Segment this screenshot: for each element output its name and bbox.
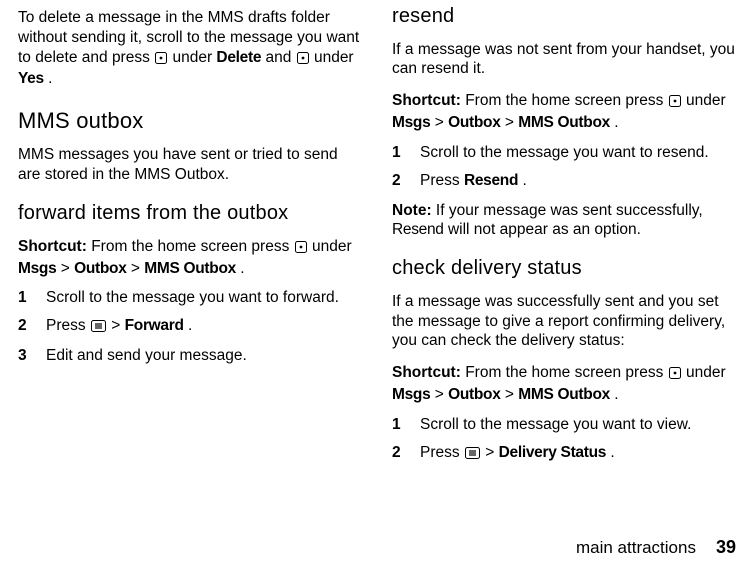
text: > bbox=[505, 386, 518, 403]
text: under bbox=[686, 92, 726, 109]
resend-desc: If a message was not sent from your hand… bbox=[392, 40, 738, 80]
text: . bbox=[614, 114, 618, 131]
msgs-label: Msgs bbox=[392, 114, 430, 131]
step-text: Scroll to the message you want to resend… bbox=[420, 143, 738, 163]
softkey-icon bbox=[155, 50, 167, 70]
step-text: Press Resend . bbox=[420, 171, 738, 191]
text: From the home screen press bbox=[91, 238, 293, 255]
resend-heading: resend bbox=[392, 4, 738, 30]
step-text: Press > Forward . bbox=[46, 316, 364, 338]
text: under bbox=[172, 49, 216, 66]
left-column: To delete a message in the MMS drafts fo… bbox=[18, 4, 364, 529]
text: . bbox=[48, 70, 52, 87]
step-1: 1 Scroll to the message you want to forw… bbox=[18, 288, 364, 308]
step-number: 3 bbox=[18, 346, 46, 366]
msgs-label: Msgs bbox=[392, 386, 430, 403]
menu-icon bbox=[91, 318, 106, 338]
text: . bbox=[522, 172, 526, 189]
yes-label: Yes bbox=[18, 70, 44, 87]
step-number: 2 bbox=[392, 171, 420, 191]
text: > bbox=[435, 386, 448, 403]
note-label: Note: bbox=[392, 202, 432, 219]
msgs-label: Msgs bbox=[18, 260, 56, 277]
text: under bbox=[314, 49, 354, 66]
resend-label: Resend bbox=[392, 221, 444, 238]
mms-outbox-label: MMS Outbox bbox=[144, 260, 236, 277]
softkey-icon bbox=[297, 50, 309, 70]
mms-outbox-label: MMS Outbox bbox=[518, 114, 610, 131]
text: under bbox=[686, 364, 726, 381]
outbox-label: Outbox bbox=[448, 386, 500, 403]
text: . bbox=[614, 386, 618, 403]
text: > bbox=[505, 114, 518, 131]
text: > bbox=[111, 317, 124, 334]
text: will not appear as an option. bbox=[448, 221, 641, 238]
text: under bbox=[312, 238, 352, 255]
step-2: 2 Press > Forward . bbox=[18, 316, 364, 338]
delete-label: Delete bbox=[216, 49, 261, 66]
mms-outbox-label: MMS Outbox bbox=[518, 386, 610, 403]
footer: main attractions 39 bbox=[18, 529, 738, 558]
step-number: 2 bbox=[392, 443, 420, 465]
resend-note: Note: If your message was sent successfu… bbox=[392, 201, 738, 241]
step-number: 1 bbox=[18, 288, 46, 308]
softkey-icon bbox=[669, 93, 681, 113]
resend-shortcut: Shortcut: From the home screen press und… bbox=[392, 91, 738, 133]
text: . bbox=[610, 444, 614, 461]
forward-label: Forward bbox=[125, 317, 184, 334]
forward-shortcut: Shortcut: From the home screen press und… bbox=[18, 237, 364, 279]
page-number: 39 bbox=[716, 537, 736, 558]
shortcut-label: Shortcut: bbox=[392, 364, 461, 381]
resend-label: Resend bbox=[464, 172, 518, 189]
shortcut-label: Shortcut: bbox=[18, 238, 87, 255]
softkey-icon bbox=[669, 365, 681, 385]
text: and bbox=[265, 49, 295, 66]
resend-step-2: 2 Press Resend . bbox=[392, 171, 738, 191]
text: If your message was sent successfully, bbox=[436, 202, 703, 219]
delivery-shortcut: Shortcut: From the home screen press und… bbox=[392, 363, 738, 405]
text: > bbox=[131, 260, 144, 277]
text: Press bbox=[46, 317, 90, 334]
text: . bbox=[188, 317, 192, 334]
footer-text: main attractions bbox=[576, 538, 696, 558]
text: Press bbox=[420, 444, 464, 461]
step-number: 1 bbox=[392, 415, 420, 435]
text: > bbox=[435, 114, 448, 131]
delivery-status-label: Delivery Status bbox=[499, 444, 607, 461]
text: Press bbox=[420, 172, 464, 189]
delivery-step-2: 2 Press > Delivery Status . bbox=[392, 443, 738, 465]
delivery-desc: If a message was successfully sent and y… bbox=[392, 292, 738, 351]
text: > bbox=[61, 260, 74, 277]
columns: To delete a message in the MMS drafts fo… bbox=[18, 4, 738, 529]
page: To delete a message in the MMS drafts fo… bbox=[0, 0, 756, 564]
mms-outbox-heading: MMS outbox bbox=[18, 107, 364, 135]
menu-icon bbox=[465, 445, 480, 465]
delete-draft-paragraph: To delete a message in the MMS drafts fo… bbox=[18, 8, 364, 89]
text: > bbox=[485, 444, 498, 461]
softkey-icon bbox=[295, 239, 307, 259]
step-3: 3 Edit and send your message. bbox=[18, 346, 364, 366]
mms-outbox-desc: MMS messages you have sent or tried to s… bbox=[18, 145, 364, 185]
outbox-label: Outbox bbox=[448, 114, 500, 131]
shortcut-label: Shortcut: bbox=[392, 92, 461, 109]
text: From the home screen press bbox=[465, 364, 667, 381]
text: . bbox=[240, 260, 244, 277]
step-text: Scroll to the message you want to forwar… bbox=[46, 288, 364, 308]
text: From the home screen press bbox=[465, 92, 667, 109]
step-number: 1 bbox=[392, 143, 420, 163]
delivery-heading: check delivery status bbox=[392, 256, 738, 282]
step-text: Edit and send your message. bbox=[46, 346, 364, 366]
resend-step-1: 1 Scroll to the message you want to rese… bbox=[392, 143, 738, 163]
outbox-label: Outbox bbox=[74, 260, 126, 277]
step-text: Press > Delivery Status . bbox=[420, 443, 738, 465]
step-text: Scroll to the message you want to view. bbox=[420, 415, 738, 435]
right-column: resend If a message was not sent from yo… bbox=[392, 4, 738, 529]
forward-heading: forward items from the outbox bbox=[18, 201, 364, 227]
delivery-step-1: 1 Scroll to the message you want to view… bbox=[392, 415, 738, 435]
step-number: 2 bbox=[18, 316, 46, 338]
